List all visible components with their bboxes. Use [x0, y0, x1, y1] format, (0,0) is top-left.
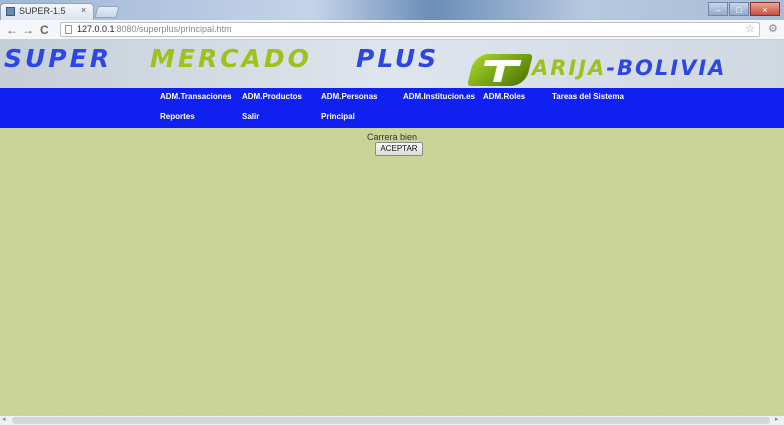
forward-arrow-icon[interactable]: →: [22, 23, 34, 37]
logo-tarija-bolivia: ARIJA-BOLIVIA: [532, 56, 726, 80]
menu-item-salir[interactable]: Salir: [242, 112, 259, 121]
scroll-left-icon[interactable]: ◂: [2, 415, 6, 423]
scroll-right-icon[interactable]: ▸: [775, 415, 779, 423]
menu-item-principal[interactable]: Principal: [321, 112, 355, 121]
menu-item-adm-productos[interactable]: ADM.Productos: [242, 92, 302, 101]
favicon-icon: [6, 7, 15, 16]
browser-tab[interactable]: SUPER-1.5 ×: [0, 3, 94, 20]
status-message: Carrera bien: [366, 132, 418, 142]
page-icon: [65, 25, 72, 34]
menu-item-adm-instituciones[interactable]: ADM.Institucion.es: [403, 92, 475, 101]
accept-button[interactable]: ACEPTAR: [375, 142, 423, 156]
scrollbar-thumb[interactable]: [12, 417, 770, 424]
browser-titlebar: SUPER-1.5 × – □ ×: [0, 0, 784, 20]
bookmark-star-icon[interactable]: ☆: [745, 22, 755, 35]
close-window-button[interactable]: ×: [750, 2, 780, 16]
tarija-logo-icon: [467, 54, 533, 86]
window-controls: – □ ×: [708, 2, 780, 16]
url-path: :8080/superplus/principal.htm: [114, 24, 232, 34]
main-content: Carrera bien ACEPTAR: [0, 128, 784, 415]
site-banner: SUPER MERCADO PLUS ARIJA-BOLIVIA: [0, 40, 784, 88]
menu-item-adm-roles[interactable]: ADM.Roles: [483, 92, 525, 101]
menu-item-adm-personas[interactable]: ADM.Personas: [321, 92, 377, 101]
maximize-button[interactable]: □: [729, 2, 749, 16]
logo-word-bolivia: -BOLIVIA: [606, 56, 727, 80]
tab-close-icon[interactable]: ×: [81, 5, 86, 15]
logo-word-arija: ARIJA: [532, 56, 607, 80]
logo-word-super: SUPER: [4, 44, 112, 73]
main-menu: ADM.Transaciones ADM.Productos ADM.Perso…: [0, 88, 784, 128]
minimize-button[interactable]: –: [708, 2, 728, 16]
wrench-icon[interactable]: ⚙: [768, 22, 778, 35]
tab-title: SUPER-1.5: [19, 6, 66, 16]
menu-item-tareas-sistema[interactable]: Tareas del Sistema: [552, 92, 624, 101]
menu-item-reportes[interactable]: Reportes: [160, 112, 195, 121]
logo-word-mercado: MERCADO: [150, 44, 312, 73]
menu-item-adm-transaciones[interactable]: ADM.Transaciones: [160, 92, 232, 101]
horizontal-scrollbar[interactable]: ◂ ▸: [0, 415, 784, 425]
url-host: 127.0.0.1: [77, 24, 115, 34]
logo-word-plus: PLUS: [356, 44, 440, 73]
back-arrow-icon[interactable]: ←: [6, 23, 18, 37]
reload-icon[interactable]: C: [40, 23, 49, 37]
browser-toolbar: ← → C 127.0.0.1 :8080/superplus/principa…: [0, 20, 784, 40]
new-tab-button[interactable]: [94, 6, 120, 18]
address-bar[interactable]: 127.0.0.1 :8080/superplus/principal.htm …: [60, 22, 760, 37]
